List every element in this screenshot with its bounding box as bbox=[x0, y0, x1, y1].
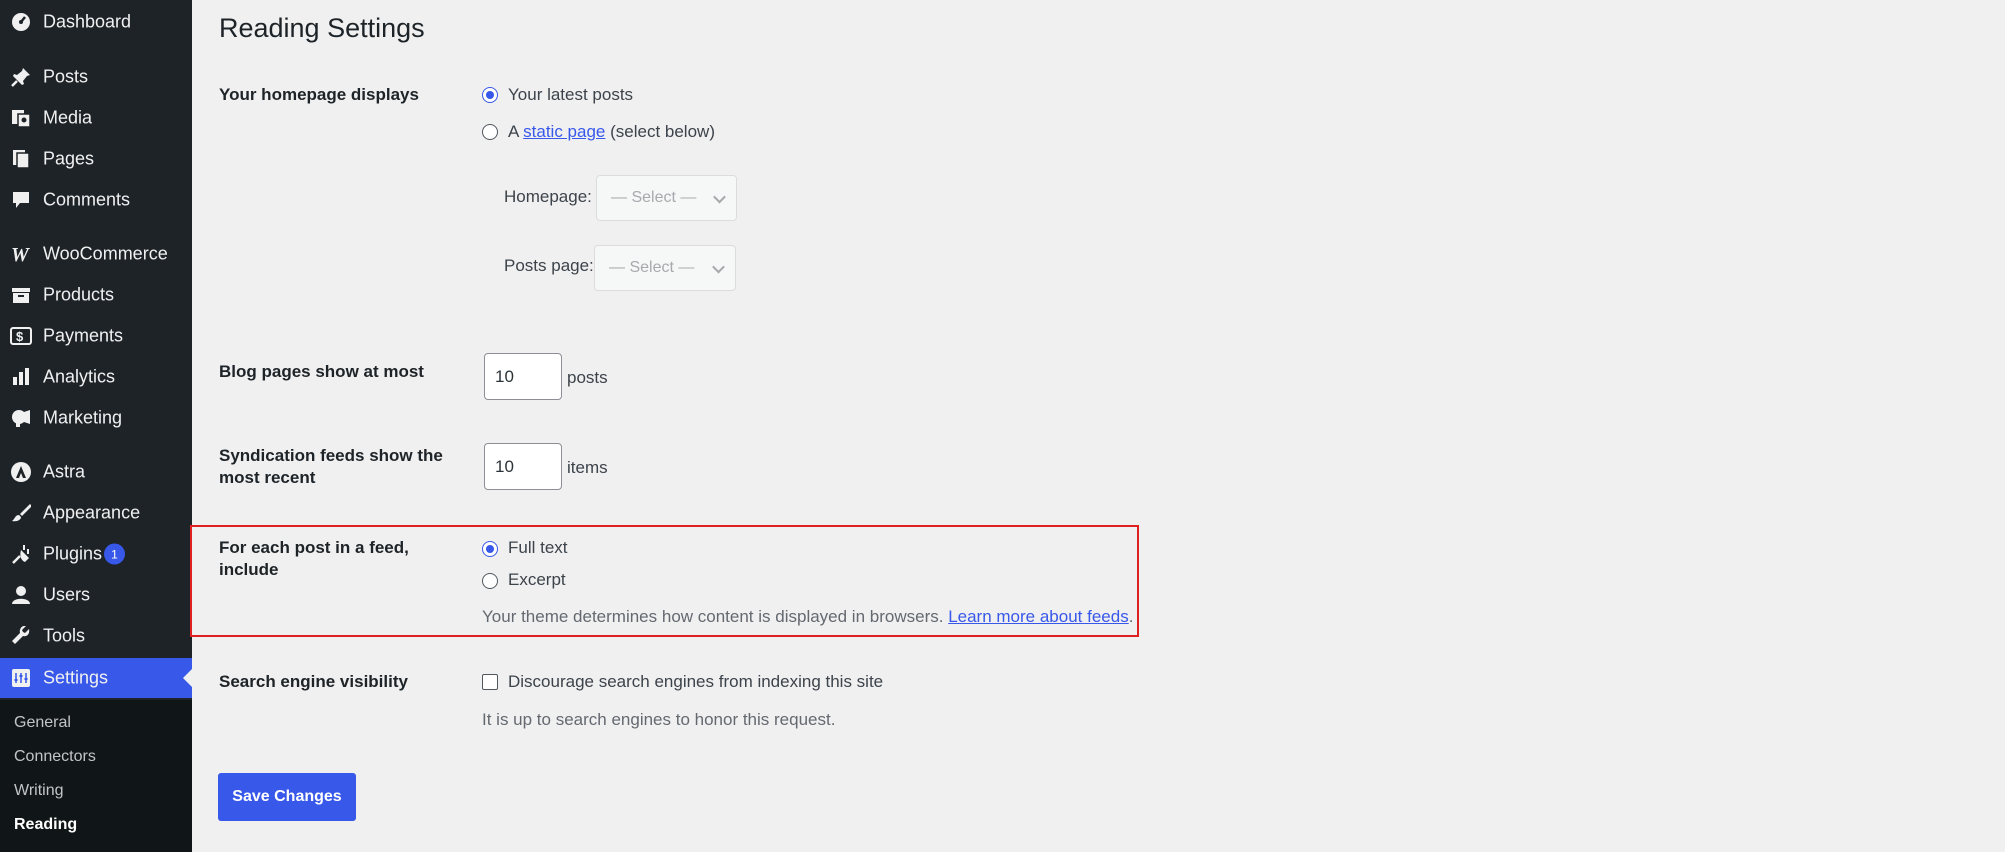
update-count-badge: 1 bbox=[104, 543, 125, 565]
pages-icon bbox=[10, 148, 32, 170]
paintbrush-icon bbox=[10, 502, 32, 524]
media-icon bbox=[10, 107, 32, 129]
menu-label: Payments bbox=[43, 325, 124, 346]
menu-posts[interactable]: Posts bbox=[0, 57, 192, 97]
menu-label: Products bbox=[43, 284, 115, 305]
menu-label: Users bbox=[43, 584, 91, 605]
menu-media[interactable]: Media bbox=[0, 98, 192, 138]
latest-posts-label[interactable]: Your latest posts bbox=[508, 84, 633, 106]
menu-label: Comments bbox=[43, 189, 131, 210]
submenu-reading[interactable]: Reading bbox=[14, 816, 77, 834]
syndication-label: Syndication feeds show the most recent bbox=[219, 446, 443, 487]
menu-label: Appearance bbox=[43, 502, 141, 523]
blog-pages-label: Blog pages show at most bbox=[219, 362, 424, 381]
menu-analytics[interactable]: Analytics bbox=[0, 357, 192, 397]
menu-appearance[interactable]: Appearance bbox=[0, 493, 192, 533]
woocommerce-icon: W bbox=[10, 243, 32, 265]
menu-dashboard[interactable]: Dashboard bbox=[0, 2, 192, 42]
settings-icon bbox=[10, 667, 32, 689]
menu-woocommerce[interactable]: W WooCommerce bbox=[0, 234, 192, 274]
discourage-search-label[interactable]: Discourage search engines from indexing … bbox=[508, 671, 883, 693]
menu-label: Analytics bbox=[43, 366, 116, 387]
posts-page-select-label: Posts page: bbox=[504, 256, 594, 275]
wrench-icon bbox=[10, 625, 32, 647]
pin-icon bbox=[10, 66, 32, 88]
homepage-select[interactable]: — Select — bbox=[596, 175, 737, 221]
highlight-annotation-box bbox=[190, 525, 1139, 637]
menu-comments[interactable]: Comments bbox=[0, 180, 192, 220]
menu-marketing[interactable]: Marketing bbox=[0, 398, 192, 438]
bar-chart-icon bbox=[10, 366, 32, 388]
homepage-select-label: Homepage: bbox=[504, 187, 592, 206]
search-visibility-label: Search engine visibility bbox=[219, 672, 408, 691]
menu-label: Media bbox=[43, 107, 93, 128]
search-visibility-description: It is up to search engines to honor this… bbox=[482, 710, 836, 729]
menu-label: Tools bbox=[43, 625, 86, 646]
main-content: Reading Settings Your homepage displays … bbox=[192, 0, 2005, 852]
chevron-down-icon bbox=[713, 190, 726, 204]
static-page-label[interactable]: A static page (select below) bbox=[508, 121, 715, 143]
blog-pages-unit: posts bbox=[567, 368, 608, 387]
menu-label: Plugins bbox=[43, 543, 103, 564]
chevron-down-icon bbox=[712, 260, 725, 274]
menu-users[interactable]: Users bbox=[0, 575, 192, 615]
syndication-unit: items bbox=[567, 458, 608, 477]
user-icon bbox=[10, 584, 32, 606]
discourage-search-checkbox[interactable] bbox=[482, 674, 498, 690]
menu-settings[interactable]: Settings bbox=[0, 658, 192, 698]
syndication-input[interactable] bbox=[484, 443, 562, 490]
dashboard-icon bbox=[10, 11, 32, 33]
menu-tools[interactable]: Tools bbox=[0, 616, 192, 656]
posts-page-select[interactable]: — Select — bbox=[594, 245, 736, 291]
menu-label: WooCommerce bbox=[43, 243, 168, 264]
svg-text:$: $ bbox=[16, 329, 24, 344]
static-page-link[interactable]: static page bbox=[523, 122, 605, 141]
latest-posts-radio[interactable] bbox=[482, 87, 498, 103]
menu-label: Astra bbox=[43, 461, 86, 482]
blog-pages-input[interactable] bbox=[484, 353, 562, 400]
plug-icon bbox=[10, 543, 32, 565]
menu-payments[interactable]: $ Payments bbox=[0, 316, 192, 356]
archive-icon bbox=[10, 284, 32, 306]
submenu-general[interactable]: General bbox=[14, 714, 71, 732]
page-title: Reading Settings bbox=[219, 13, 425, 43]
astra-icon bbox=[10, 461, 32, 483]
menu-label: Posts bbox=[43, 66, 89, 87]
static-page-radio[interactable] bbox=[482, 124, 498, 140]
menu-astra[interactable]: Astra bbox=[0, 452, 192, 492]
submenu-writing[interactable]: Writing bbox=[14, 782, 64, 800]
menu-label: Pages bbox=[43, 148, 95, 169]
save-changes-button[interactable]: Save Changes bbox=[218, 773, 356, 821]
admin-sidebar: Dashboard Posts Media Pages Comments W W… bbox=[0, 0, 192, 852]
menu-label: Settings bbox=[43, 667, 109, 688]
megaphone-icon bbox=[10, 407, 32, 429]
menu-plugins[interactable]: Plugins 1 bbox=[0, 534, 192, 574]
menu-label: Dashboard bbox=[43, 11, 132, 32]
menu-label: Marketing bbox=[43, 407, 123, 428]
dollar-icon: $ bbox=[10, 325, 32, 347]
menu-pages[interactable]: Pages bbox=[0, 139, 192, 179]
comment-icon bbox=[10, 189, 32, 211]
menu-products[interactable]: Products bbox=[0, 275, 192, 315]
svg-text:W: W bbox=[11, 244, 30, 264]
homepage-displays-label: Your homepage displays bbox=[219, 85, 419, 104]
submenu-connectors[interactable]: Connectors bbox=[14, 748, 96, 766]
settings-submenu: General Connectors Writing Reading bbox=[0, 700, 192, 852]
